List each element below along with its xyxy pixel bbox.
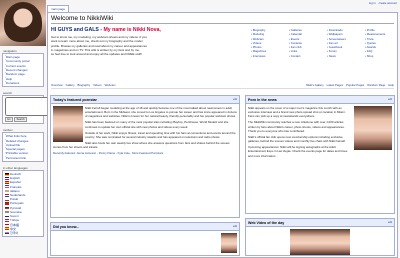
navigation-list: Main page Community portal Current event… — [2, 53, 44, 88]
featured-header: Today's featured pornstar edit — [51, 96, 239, 104]
go-button[interactable]: Go — [4, 117, 13, 123]
intro-text: Get to know me, my modeling, my webcam s… — [51, 35, 241, 56]
flag-icon — [4, 185, 9, 189]
section-nav-link[interactable]: Latest Pages — [327, 83, 343, 88]
news-edit-link[interactable]: edit — [388, 98, 392, 101]
flag-icon — [4, 193, 9, 197]
navigation-portlet: navigation Main page Community portal Cu… — [2, 48, 44, 88]
section-nav-link[interactable]: Gallery — [66, 83, 75, 88]
section-nav-link[interactable]: Biography — [78, 83, 91, 88]
featured-paragraph: Nikki also hosts her own weekly live sho… — [53, 141, 230, 150]
web-video-body — [246, 227, 394, 257]
search-portlet: search Go Search — [2, 90, 186, 125]
quick-link[interactable]: Contact — [289, 54, 325, 58]
languages-list: Deutsch English Español Français Italiano Ned… — [2, 170, 44, 238]
flag-icon — [4, 189, 9, 193]
did-you-know-photo[interactable] — [221, 233, 237, 253]
web-video-player[interactable] — [290, 229, 350, 255]
flag-icon — [4, 227, 9, 231]
quick-link-lists: BiographyModelingWebcamVideosPhotosMagaz… — [251, 28, 397, 58]
greeting-prefix: HI GUYS and GALS - — [51, 27, 104, 33]
quick-link-column: ProfileMeasurementsTriviaQuotesAwardsFAQ… — [365, 28, 397, 58]
toolbox-portlet: toolbox What links here Related changes … — [2, 127, 44, 163]
news-body: Nikki appears on the cover of a major me… — [246, 104, 394, 213]
featured-box: Today's featured pornstar edit Nikki Fer… — [50, 95, 240, 218]
section-nav-link[interactable]: Webcam — [105, 83, 116, 88]
featured-body: Nikki Ferrell began modeling at the age … — [51, 104, 239, 217]
featured-photo[interactable] — [53, 106, 83, 142]
web-video-edit-link[interactable]: edit — [388, 221, 392, 224]
tab-main-page[interactable]: main page — [47, 5, 70, 12]
featured-footer-links[interactable]: Recently featured: Jenna Jameson - Penny… — [53, 151, 237, 155]
search-box: Go Search — [2, 95, 186, 125]
did-you-know-header: Did you know... edit — [51, 223, 239, 231]
create-account-link[interactable]: create account — [379, 1, 397, 5]
flag-icon — [4, 214, 9, 218]
section-nav-link[interactable]: Popular Pages — [346, 83, 364, 88]
news-photo[interactable] — [354, 106, 392, 150]
section-nav-left: Overview Gallery Biography Videos Webcam — [51, 83, 116, 88]
featured-edit-link[interactable]: edit — [233, 98, 237, 101]
flag-icon — [4, 197, 9, 201]
quick-link-column: GalleriesCalendarEventsContestsFan clubL… — [289, 28, 325, 58]
news-title: Porn in the news — [248, 97, 277, 102]
web-video-header: Web Video of the day edit — [246, 219, 394, 227]
flag-icon — [4, 206, 9, 210]
greeting-heading: HI GUYS and GALS - My name is Nikki Nova… — [51, 27, 161, 33]
section-nav: Overview Gallery Biography Videos Webcam Nik… — [51, 83, 394, 89]
login-link[interactable]: log in — [369, 1, 376, 5]
page-title: Welcome to NikkiWiki — [51, 15, 394, 24]
intro-section: HI GUYS and GALS - My name is Nikki Nova… — [51, 26, 394, 83]
nav-donations[interactable]: Donations — [5, 81, 42, 85]
quick-link-column: DownloadsWallpapersScreensaversFan artGu… — [327, 28, 363, 58]
user-bar: log in create account — [369, 1, 397, 5]
section-nav-link[interactable]: Videos — [93, 83, 102, 88]
flag-icon — [4, 176, 9, 180]
flag-icon — [4, 172, 9, 176]
did-you-know-body — [51, 231, 239, 253]
flag-icon — [4, 219, 9, 222]
flag-icon — [4, 231, 9, 235]
did-you-know-title: Did you know... — [53, 224, 80, 229]
news-box: Porn in the news edit Nikki appears on t… — [245, 95, 395, 214]
language-name: 한국어 — [10, 230, 19, 235]
site-logo[interactable] — [0, 0, 46, 46]
toolbox-list: What links here Related changes Upload f… — [2, 132, 44, 163]
section-nav-link[interactable]: Random Page — [367, 83, 385, 88]
web-video-box: Web Video of the day edit — [245, 218, 395, 256]
flag-icon — [4, 181, 9, 184]
flag-icon — [4, 223, 9, 226]
quick-link-column: BiographyModelingWebcamVideosPhotosMagaz… — [251, 28, 287, 58]
quick-link[interactable]: News — [327, 54, 363, 58]
language-link[interactable]: 한국어 — [4, 230, 42, 235]
search-button[interactable]: Search — [13, 117, 28, 123]
greeting-name: My name is Nikki Nova, — [103, 27, 161, 33]
section-nav-link[interactable]: Help — [388, 83, 394, 88]
tool-permanent-link[interactable]: Permanent link — [5, 156, 42, 160]
section-nav-link[interactable]: Overview — [51, 83, 63, 88]
languages-portlet: in other languages Deutsch English Español… — [2, 165, 44, 238]
did-you-know-edit-link[interactable]: edit — [233, 225, 237, 228]
news-header: Porn in the news edit — [246, 96, 394, 104]
flag-icon — [4, 202, 9, 205]
quick-link[interactable]: Interviews — [251, 54, 287, 58]
sidebar: navigation Main page Community portal Cu… — [2, 48, 186, 240]
featured-title: Today's featured pornstar — [53, 97, 97, 102]
quick-link[interactable]: Shop — [365, 54, 397, 58]
did-you-know-box: Did you know... edit — [50, 222, 240, 256]
section-nav-link[interactable]: Nikki's Gallery — [306, 83, 324, 88]
intro-line: so feel free to look around and enjoy al… — [51, 52, 142, 57]
logo-portrait — [4, 2, 42, 42]
web-video-title: Web Video of the day — [248, 220, 285, 225]
section-nav-right: Nikki's Gallery Latest Pages Popular Pages… — [306, 83, 394, 88]
flag-icon — [4, 210, 9, 214]
